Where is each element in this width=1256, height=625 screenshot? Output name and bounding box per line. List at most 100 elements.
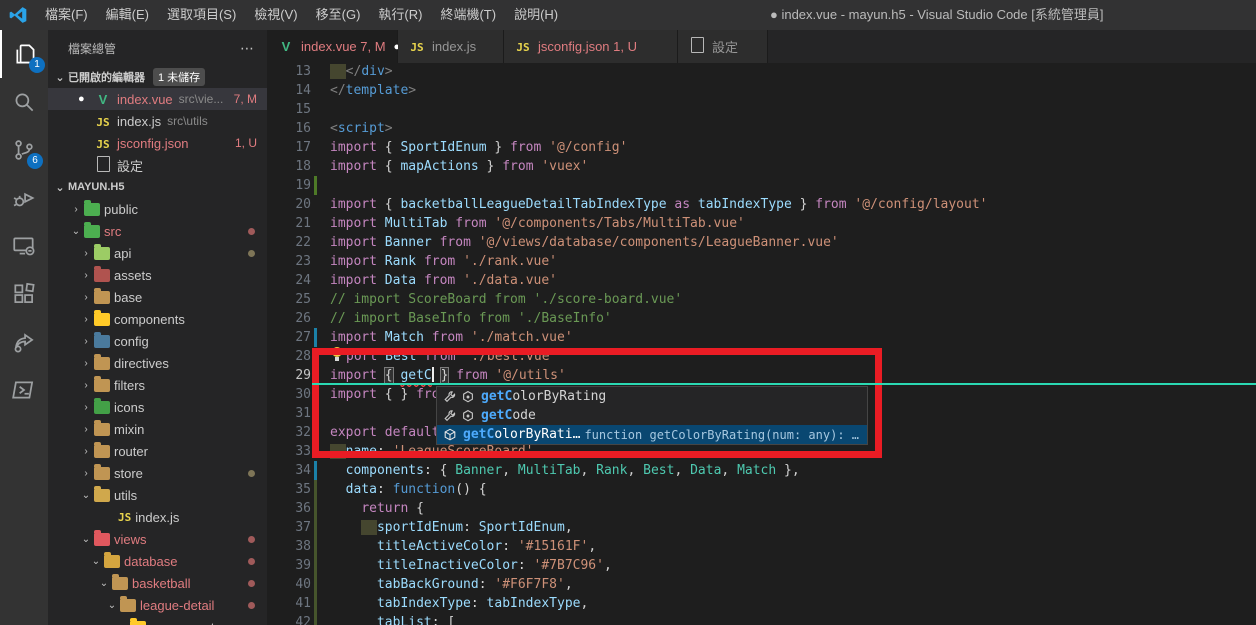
tree-item-label: views bbox=[114, 532, 147, 547]
menu-item-0[interactable]: 檔案(F) bbox=[36, 0, 97, 30]
line-number: 23 bbox=[267, 252, 311, 271]
tree-item-public[interactable]: › public bbox=[48, 198, 267, 220]
line-number: 40 bbox=[267, 575, 311, 594]
tree-item-label: mixin bbox=[114, 422, 144, 437]
tree-item-src[interactable]: ⌄src bbox=[48, 220, 267, 242]
activity-search-icon[interactable] bbox=[0, 78, 48, 126]
menu-bar: 檔案(F)編輯(E)選取項目(S)檢視(V)移至(G)執行(R)終端機(T)說明… bbox=[36, 0, 567, 30]
tree-item-label: router bbox=[114, 444, 148, 459]
chevron-down-icon: ⌄ bbox=[88, 556, 104, 567]
js-icon: JS bbox=[96, 138, 109, 151]
tree-item-index.js[interactable]: JSindex.js bbox=[48, 506, 267, 528]
tree-item-store[interactable]: ›store bbox=[48, 462, 267, 484]
activity-files-icon[interactable]: 1 bbox=[0, 30, 50, 78]
tab-index.js[interactable]: JSindex.js bbox=[398, 30, 504, 63]
tab-index.vue[interactable]: Vindex.vue 7, M● bbox=[267, 30, 398, 63]
activity-live-share-icon[interactable] bbox=[0, 318, 48, 366]
vscode-logo-icon bbox=[8, 5, 28, 25]
tab-jsconfig.json[interactable]: JSjsconfig.json 1, U bbox=[504, 30, 678, 63]
menu-item-2[interactable]: 選取項目(S) bbox=[158, 0, 245, 30]
line-number: 34 bbox=[267, 461, 311, 480]
git-change-bar bbox=[314, 176, 317, 195]
line-number: 30 bbox=[267, 385, 311, 404]
tree-item-label: utils bbox=[114, 488, 137, 503]
menu-item-7[interactable]: 說明(H) bbox=[505, 0, 567, 30]
open-editors-header[interactable]: ⌄ 已開啟的編輯器 1 未儲存 bbox=[48, 66, 267, 88]
editor-tab-bar: Vindex.vue 7, M●JSindex.jsJSjsconfig.jso… bbox=[267, 30, 1256, 63]
activity-extensions-icon[interactable] bbox=[0, 270, 48, 318]
folder-icon bbox=[94, 335, 110, 348]
line-number: 24 bbox=[267, 271, 311, 290]
tree-item-label: store bbox=[114, 466, 143, 481]
tree-item-config[interactable]: ›config bbox=[48, 330, 267, 352]
tree-item-router[interactable]: ›router bbox=[48, 440, 267, 462]
code-line-27: 27import Match from './match.vue' bbox=[267, 328, 1256, 347]
vue-icon: V bbox=[282, 39, 291, 54]
menu-item-4[interactable]: 移至(G) bbox=[307, 0, 370, 30]
folder-icon bbox=[120, 599, 136, 612]
activity-run-debug-icon[interactable] bbox=[0, 174, 48, 222]
tree-item-assets[interactable]: ›assets bbox=[48, 264, 267, 286]
tree-item-league-detail[interactable]: ⌄league-detail bbox=[48, 594, 267, 616]
menu-item-5[interactable]: 執行(R) bbox=[369, 0, 431, 30]
tree-item-label: public bbox=[104, 202, 138, 217]
open-editor-item[interactable]: JSindex.jssrc\utils bbox=[48, 110, 267, 132]
tree-item-base[interactable]: ›base bbox=[48, 286, 267, 308]
code-line-20: 20import { backetballLeagueDetailTabInde… bbox=[267, 195, 1256, 214]
open-editor-item[interactable]: JSjsconfig.json1, U bbox=[48, 132, 267, 154]
tree-item-mixin[interactable]: › mixin bbox=[48, 418, 267, 440]
tree-item-components[interactable]: ›components bbox=[48, 616, 267, 625]
activity-remote-explorer-icon[interactable] bbox=[0, 222, 48, 270]
tree-item-icons[interactable]: › icons bbox=[48, 396, 267, 418]
tree-item-api[interactable]: ›api bbox=[48, 242, 267, 264]
line-number: 29 bbox=[267, 366, 311, 385]
chevron-right-icon: › bbox=[78, 314, 94, 325]
chevron-right-icon: › bbox=[78, 402, 94, 413]
sidebar-header: 檔案總管 ⋯ bbox=[48, 30, 267, 66]
project-header[interactable]: ⌄ MAYUN.H5 bbox=[48, 176, 267, 198]
tab-設定[interactable]: 設定 bbox=[678, 30, 768, 63]
js-icon: JS bbox=[96, 116, 109, 129]
tree-item-basketball[interactable]: ⌄basketball bbox=[48, 572, 267, 594]
git-change-bar bbox=[314, 594, 317, 613]
tree-item-components[interactable]: ›components bbox=[48, 308, 267, 330]
activity-powershell-icon[interactable] bbox=[0, 366, 48, 414]
tree-item-label: assets bbox=[114, 268, 152, 283]
tab-label: index.vue 7, M bbox=[301, 39, 386, 54]
open-editor-item[interactable]: 設定 bbox=[48, 154, 267, 176]
code-editor[interactable]: 13 </div>14</template>1516<script>17impo… bbox=[267, 63, 1256, 625]
menu-item-6[interactable]: 終端機(T) bbox=[431, 0, 505, 30]
menu-item-3[interactable]: 檢視(V) bbox=[245, 0, 306, 30]
tab-label: index.js bbox=[432, 39, 476, 54]
tree-item-views[interactable]: ⌄views bbox=[48, 528, 267, 550]
tree-item-label: config bbox=[114, 334, 149, 349]
open-editors-list: ●Vindex.vuesrc\vie...7, MJSindex.jssrc\u… bbox=[48, 88, 267, 176]
tree-item-label: icons bbox=[114, 400, 144, 415]
tree-item-filters[interactable]: ›filters bbox=[48, 374, 267, 396]
chevron-right-icon: › bbox=[78, 424, 94, 435]
menu-item-1[interactable]: 編輯(E) bbox=[97, 0, 158, 30]
code-line-21: 21import MultiTab from '@/components/Tab… bbox=[267, 214, 1256, 233]
git-change-bar bbox=[314, 613, 317, 625]
code-line-38: 38 titleActiveColor: '#15161F', bbox=[267, 537, 1256, 556]
more-actions-icon[interactable]: ⋯ bbox=[240, 40, 255, 57]
tree-item-directives[interactable]: ›directives bbox=[48, 352, 267, 374]
line-number: 31 bbox=[267, 404, 311, 423]
folder-icon bbox=[94, 269, 110, 282]
code-line-40: 40 tabBackGround: '#F6F7F8', bbox=[267, 575, 1256, 594]
chevron-down-icon: ⌄ bbox=[104, 600, 120, 611]
line-number: 28 bbox=[267, 347, 311, 366]
js-icon: JS bbox=[118, 511, 131, 524]
line-number: 33 bbox=[267, 442, 311, 461]
line-number: 18 bbox=[267, 157, 311, 176]
activity-source-control-icon[interactable]: 6 bbox=[0, 126, 48, 174]
code-line-26: 26// import BaseInfo from './BaseInfo' bbox=[267, 309, 1256, 328]
tree-item-utils[interactable]: ⌄utils bbox=[48, 484, 267, 506]
open-editor-item[interactable]: ●Vindex.vuesrc\vie...7, M bbox=[48, 88, 267, 110]
tree-item-database[interactable]: ⌄database bbox=[48, 550, 267, 572]
folder-icon bbox=[94, 467, 110, 480]
chevron-right-icon: › bbox=[68, 204, 84, 215]
line-number: 19 bbox=[267, 176, 311, 195]
code-line-13: 13 </div> bbox=[267, 62, 1256, 81]
line-number: 26 bbox=[267, 309, 311, 328]
